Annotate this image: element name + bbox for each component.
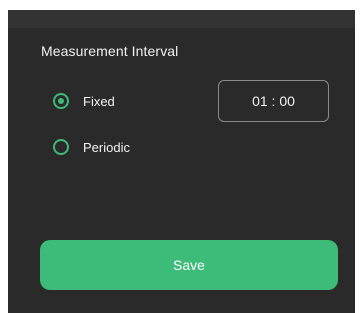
radio-fixed[interactable] [53,93,69,109]
option-periodic[interactable]: Periodic [53,139,130,155]
section-title: Measurement Interval [41,43,179,59]
option-fixed[interactable]: Fixed [53,93,115,109]
radio-periodic[interactable] [53,139,69,155]
option-fixed-label: Fixed [83,93,115,109]
option-periodic-label: Periodic [83,139,130,155]
measurement-interval-panel: Measurement Interval Fixed 01 : 00 Perio… [8,10,355,313]
save-button[interactable]: Save [40,240,338,290]
panel-top-strip [8,10,355,28]
interval-time-field[interactable]: 01 : 00 [218,80,329,122]
